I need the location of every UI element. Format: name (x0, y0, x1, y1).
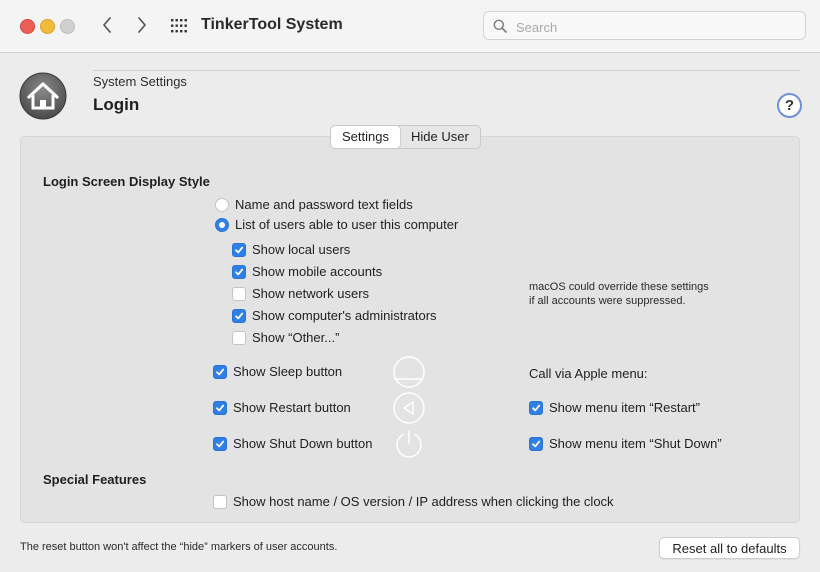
apple-menu-label: Call via Apple menu: (529, 366, 648, 381)
page-title: Login (93, 95, 140, 114)
checkmark-icon (216, 368, 225, 375)
window: TinkerTool System System Settings Login … (0, 0, 820, 572)
tab-bar: Settings Hide User (330, 125, 481, 149)
override-note-line: if all accounts were suppressed. (529, 295, 686, 307)
zoom-button[interactable] (60, 19, 75, 34)
checkbox[interactable] (232, 330, 246, 345)
checkmark-icon (216, 404, 225, 411)
power-icon (396, 430, 422, 458)
checkbox-show-local-users[interactable]: Show local users (232, 242, 350, 257)
checkbox-menu-restart[interactable]: Show menu item “Restart” (529, 400, 700, 415)
checkbox-label: Show network users (252, 286, 370, 301)
checkmark-icon (235, 312, 244, 319)
back-icon (103, 17, 111, 33)
forward-button[interactable] (131, 14, 153, 36)
help-button[interactable]: ? (777, 93, 802, 118)
footer-note: The reset button won't affect the “hide”… (20, 541, 338, 553)
checkbox-label: Show local users (252, 242, 351, 257)
override-note-line: macOS could override these settings (529, 281, 709, 293)
tab-settings[interactable]: Settings (331, 126, 400, 148)
checkbox[interactable] (232, 308, 246, 323)
override-note: macOS could override these settings if a… (529, 280, 709, 308)
checkbox[interactable] (232, 286, 246, 301)
checkbox-show-restart-button[interactable]: Show Restart button (213, 400, 351, 415)
checkbox[interactable] (529, 436, 543, 451)
checkmark-icon (532, 440, 541, 447)
section-title-login-style: Login Screen Display Style (43, 174, 210, 189)
checkbox-label: Show Shut Down button (233, 436, 373, 451)
toolbar: TinkerTool System (0, 0, 820, 53)
radio-label: Name and password text fields (235, 197, 413, 212)
checkbox-show-mobile-accounts[interactable]: Show mobile accounts (232, 264, 382, 279)
checkmark-icon (216, 440, 225, 447)
settings-panel (20, 136, 800, 523)
search-input[interactable] (514, 16, 798, 38)
section-title-special: Special Features (43, 472, 147, 487)
checkmark-icon (235, 246, 244, 253)
checkbox-show-clock-info[interactable]: Show host name / OS version / IP address… (213, 494, 614, 509)
checkbox[interactable] (213, 364, 227, 379)
checkbox[interactable] (529, 400, 543, 415)
checkbox-show-network-users[interactable]: Show network users (232, 286, 369, 301)
checkbox-label: Show host name / OS version / IP address… (233, 494, 614, 509)
checkbox-label: Show “Other...” (252, 330, 340, 345)
checkbox[interactable] (213, 436, 227, 451)
app-title: TinkerTool System (201, 16, 343, 33)
checkbox[interactable] (213, 494, 227, 509)
home-icon (19, 72, 67, 120)
checkbox-label: Show Sleep button (233, 364, 343, 379)
sleep-icon (393, 356, 425, 388)
checkbox-show-other[interactable]: Show “Other...” (232, 330, 339, 345)
search-field[interactable] (483, 11, 806, 40)
checkbox-label: Show menu item “Restart” (549, 400, 700, 415)
checkbox-label: Show Restart button (233, 400, 351, 415)
back-button[interactable] (96, 14, 118, 36)
radio-label: List of users able to user this computer (235, 217, 459, 232)
radio-user-list[interactable]: List of users able to user this computer (215, 217, 458, 232)
restart-icon (393, 392, 425, 424)
checkbox[interactable] (232, 242, 246, 257)
minimize-button[interactable] (40, 19, 55, 34)
radio-button[interactable] (215, 217, 229, 232)
checkmark-icon (235, 268, 244, 275)
checkbox-show-administrators[interactable]: Show computer's administrators (232, 308, 437, 323)
grid-icon[interactable] (171, 19, 187, 33)
breadcrumb[interactable]: System Settings (93, 74, 187, 89)
tab-hide-user[interactable]: Hide User (400, 126, 480, 148)
close-button[interactable] (20, 19, 35, 34)
reset-defaults-button[interactable]: Reset all to defaults (659, 537, 800, 559)
search-icon (493, 19, 507, 33)
checkmark-icon (532, 404, 541, 411)
header-divider (93, 70, 800, 71)
checkbox-label: Show computer's administrators (252, 308, 437, 323)
radio-name-password[interactable]: Name and password text fields (215, 197, 413, 212)
checkbox-show-shutdown-button[interactable]: Show Shut Down button (213, 436, 372, 451)
checkbox-label: Show menu item “Shut Down” (549, 436, 722, 451)
radio-button[interactable] (215, 197, 229, 212)
checkbox-menu-shutdown[interactable]: Show menu item “Shut Down” (529, 436, 722, 451)
checkbox-show-sleep-button[interactable]: Show Sleep button (213, 364, 342, 379)
checkbox-label: Show mobile accounts (252, 264, 383, 279)
forward-icon (138, 17, 146, 33)
checkbox[interactable] (213, 400, 227, 415)
checkbox[interactable] (232, 264, 246, 279)
